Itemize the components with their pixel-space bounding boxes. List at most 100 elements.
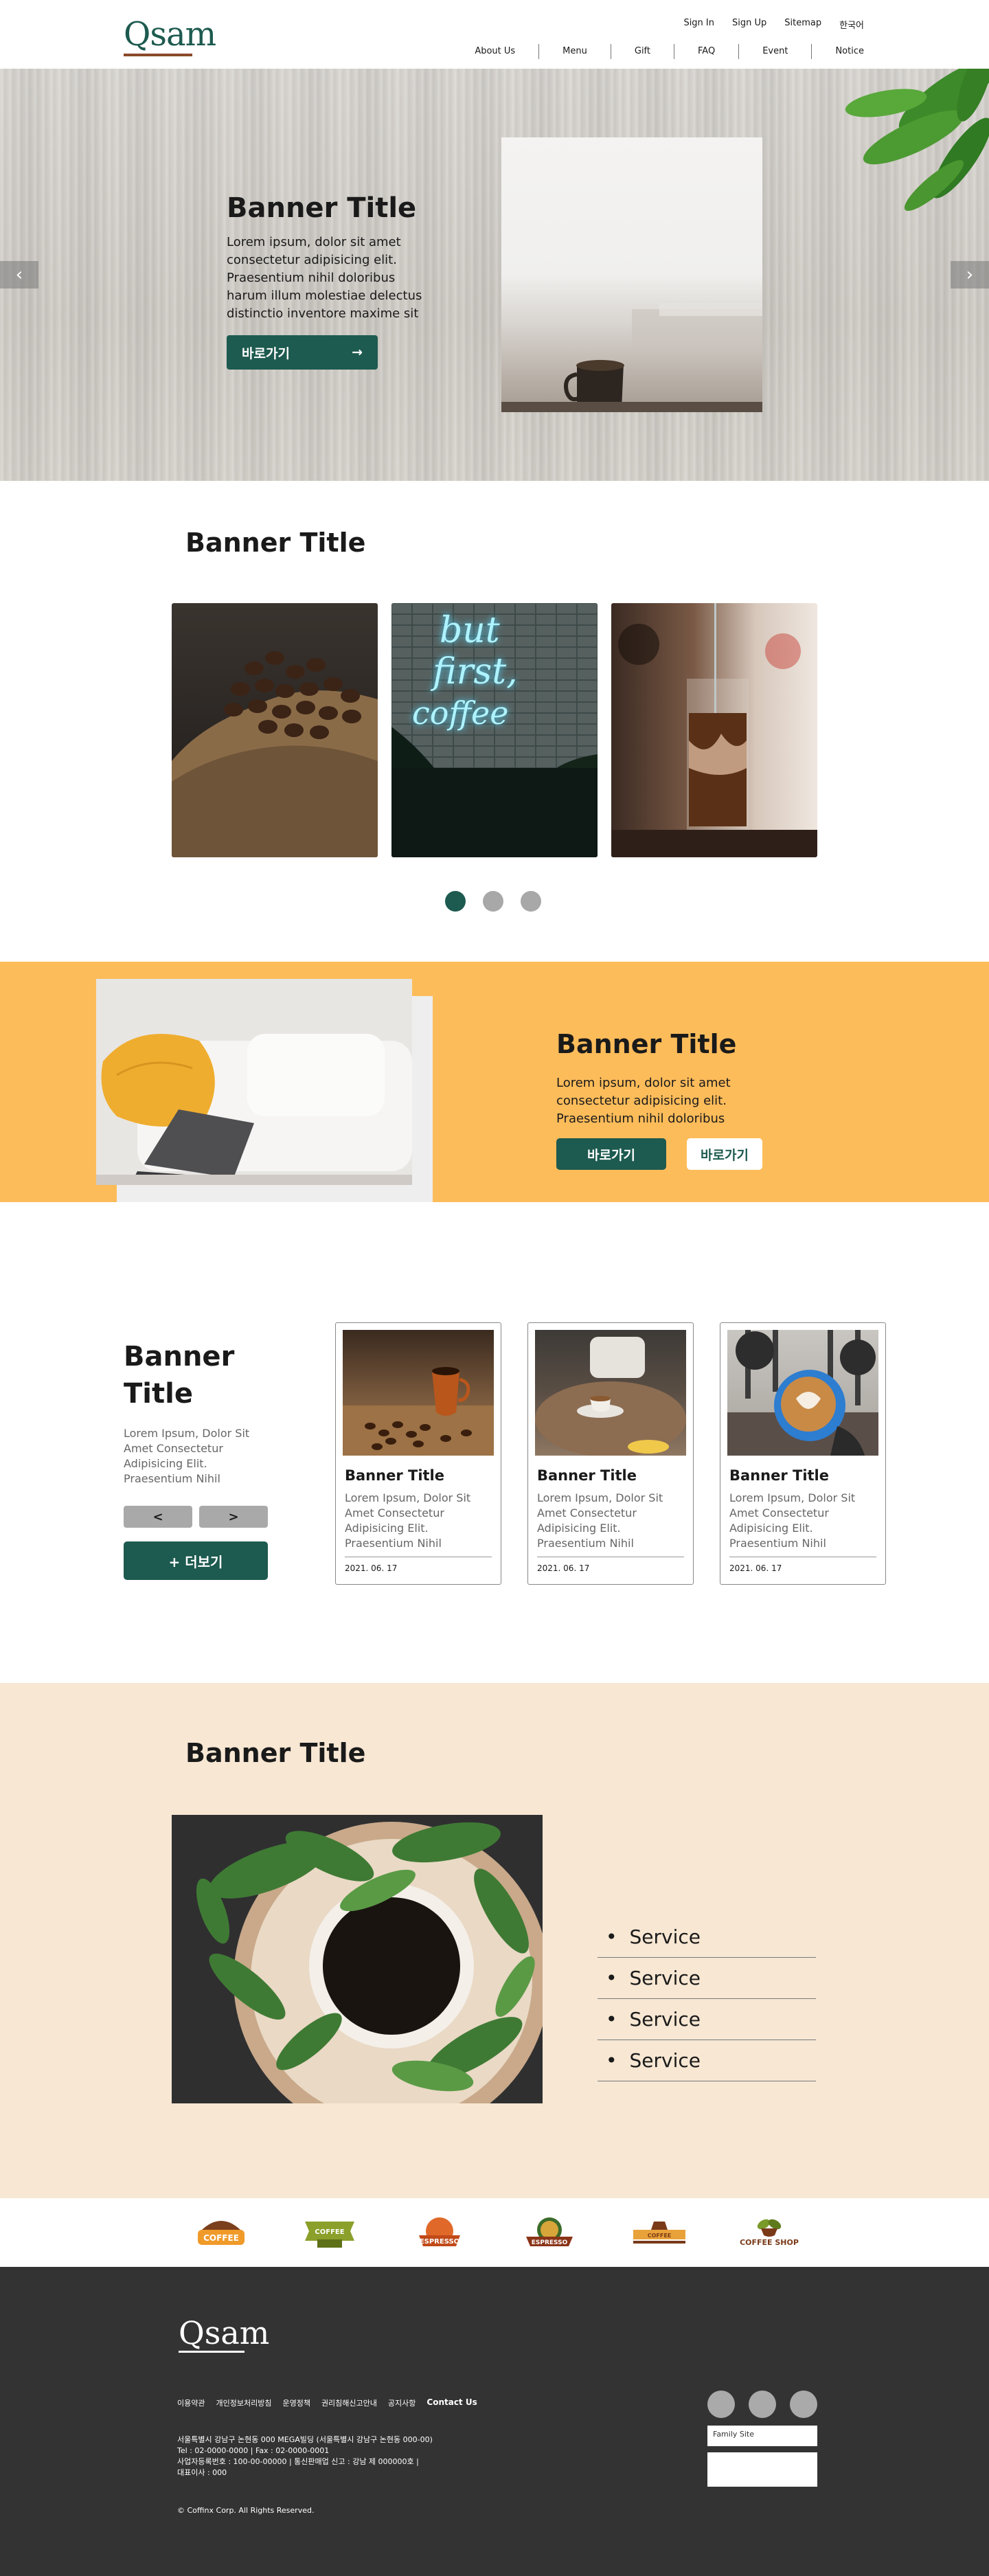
sign-in-link[interactable]: Sign In xyxy=(683,18,714,31)
promo-sofa-photo xyxy=(96,979,412,1185)
news-prev-button[interactable]: < xyxy=(124,1506,192,1528)
coffee-table-image xyxy=(535,1337,686,1456)
service-item-3[interactable]: • Service xyxy=(598,1999,816,2040)
service-label-2: Service xyxy=(629,1967,701,1989)
company-phone: Tel : 02-0000-0000 | Fax : 02-0000-0001 xyxy=(177,2446,330,2455)
footer-logo[interactable]: Qsam xyxy=(179,2315,269,2351)
hero-banner: Banner Title Lorem ipsum, dolor sit amet… xyxy=(0,69,989,481)
main-nav: About Us Menu Gift FAQ Event Notice xyxy=(451,44,864,59)
coffee-brand-logo-3[interactable]: COFFEE xyxy=(630,2215,688,2252)
services-coffee-photo xyxy=(172,1815,543,2103)
card-text-3: Lorem Ipsum, Dolor Sit Amet Consectetur … xyxy=(729,1491,856,1550)
gallery-dot-2[interactable] xyxy=(483,891,503,912)
coffee-brand-logo-1[interactable]: COFFEE xyxy=(194,2215,249,2252)
card-text-1: Lorem Ipsum, Dolor Sit Amet Consectetur … xyxy=(345,1491,471,1550)
company-address: 서울특별시 강남구 논현동 000 MEGA빌딩 (서울특별시 강남구 논현동 … xyxy=(177,2435,433,2444)
footer-link-policy[interactable]: 운영정책 xyxy=(282,2397,310,2408)
news-card-2[interactable]: Banner Title Lorem Ipsum, Dolor Sit Amet… xyxy=(527,1322,694,1585)
gallery-image-neon-sign[interactable]: but first, coffee xyxy=(391,603,598,857)
sitemap-link[interactable]: Sitemap xyxy=(784,18,821,31)
promo-go-button-secondary[interactable]: 바로가기 xyxy=(687,1138,762,1170)
nav-gift[interactable]: Gift xyxy=(610,44,674,59)
bullet-icon: • xyxy=(606,2049,617,2072)
footer-link-contact[interactable]: Contact Us xyxy=(427,2397,477,2408)
bullet-icon: • xyxy=(606,2008,617,2031)
social-icon-3[interactable] xyxy=(790,2391,817,2418)
social-icon-2[interactable] xyxy=(749,2391,776,2418)
nav-faq[interactable]: FAQ xyxy=(674,44,738,59)
neon-text: but first, coffee xyxy=(412,610,518,734)
news-next-button[interactable]: > xyxy=(199,1506,268,1528)
coffee-shop-brand-logo[interactable]: COFFEE SHOP xyxy=(736,2215,802,2252)
gallery-pagination xyxy=(445,891,541,912)
coffee-cup-image xyxy=(501,302,762,412)
espresso-brand-logo-1[interactable]: ESPRESSO xyxy=(412,2215,467,2252)
hero-coffee-photo xyxy=(501,137,762,412)
gallery-dot-1[interactable] xyxy=(445,891,466,912)
nav-notice[interactable]: Notice xyxy=(811,44,864,59)
nav-menu[interactable]: Menu xyxy=(538,44,611,59)
neon-word-2: first, xyxy=(433,651,518,692)
service-label-4: Service xyxy=(629,2049,701,2072)
card-image-3 xyxy=(727,1330,878,1456)
promo-go-button-primary[interactable]: 바로가기 xyxy=(556,1138,666,1170)
news-card-1[interactable]: Banner Title Lorem Ipsum, Dolor Sit Amet… xyxy=(335,1322,501,1585)
svg-text:COFFEE SHOP: COFFEE SHOP xyxy=(740,2238,799,2247)
footer-link-terms[interactable]: 이용약관 xyxy=(177,2397,205,2408)
hero-title: Banner Title xyxy=(227,192,417,224)
family-site-select[interactable]: Family Site xyxy=(707,2426,817,2446)
social-icon-1[interactable] xyxy=(707,2391,735,2418)
card-date-3: 2021. 06. 17 xyxy=(729,1563,782,1573)
coffee-cup-beans-image xyxy=(343,1367,494,1456)
gallery-title: Banner Title xyxy=(185,528,366,558)
company-info: 서울특별시 강남구 논현동 000 MEGA빌딩 (서울특별시 강남구 논현동 … xyxy=(177,2434,433,2478)
svg-text:ESPRESSO: ESPRESSO xyxy=(532,2239,568,2246)
hero-go-button[interactable]: 바로가기 → xyxy=(227,335,378,370)
gallery-image-iced-coffee[interactable] xyxy=(611,603,817,857)
sofa-laptop-image xyxy=(96,979,412,1185)
neon-word-3: coffee xyxy=(412,694,509,732)
site-header: Qsam Sign In Sign Up Sitemap 한국어 About U… xyxy=(0,0,989,69)
copyright: © Coffinx Corp. All Rights Reserved. xyxy=(177,2506,315,2515)
hero-next-button[interactable]: › xyxy=(951,261,989,289)
services-title: Banner Title xyxy=(185,1738,366,1768)
card-image-1 xyxy=(343,1330,494,1456)
bullet-icon: • xyxy=(606,1967,617,1989)
promo-description: Lorem ipsum, dolor sit amet consectetur … xyxy=(556,1076,731,1126)
latte-art-image xyxy=(727,1330,878,1456)
svg-text:COFFEE: COFFEE xyxy=(648,2233,672,2239)
logo-underline xyxy=(124,54,192,56)
chevron-right-icon: › xyxy=(966,264,974,285)
chevron-left-icon: ‹ xyxy=(15,264,23,285)
card-title-3: Banner Title xyxy=(729,1467,829,1484)
news-card-3[interactable]: Banner Title Lorem Ipsum, Dolor Sit Amet… xyxy=(720,1322,886,1585)
language-link[interactable]: 한국어 xyxy=(839,18,864,31)
card-image-2 xyxy=(535,1330,686,1456)
hero-prev-button[interactable]: ‹ xyxy=(0,261,38,289)
service-item-1[interactable]: • Service xyxy=(598,1917,816,1958)
card-date-1: 2021. 06. 17 xyxy=(345,1563,398,1573)
sign-up-link[interactable]: Sign Up xyxy=(732,18,766,31)
site-logo[interactable]: Qsam xyxy=(124,15,216,54)
footer-link-infringement[interactable]: 권리침해신고안내 xyxy=(321,2397,377,2408)
hero-go-button-label: 바로가기 xyxy=(242,346,290,361)
coffee-brand-logo-2[interactable]: COFFEE xyxy=(302,2215,357,2252)
service-item-4[interactable]: • Service xyxy=(598,2040,816,2081)
gallery-image-coffee-beans[interactable] xyxy=(172,603,378,857)
nav-about-us[interactable]: About Us xyxy=(451,44,538,59)
footer-link-privacy[interactable]: 개인정보처리방침 xyxy=(216,2397,271,2408)
news-title: Banner Title xyxy=(124,1341,235,1410)
neon-word-1: but xyxy=(440,610,500,651)
partner-logo-strip: COFFEE COFFEE ESPRESSO ESPRESSO COFFEE C… xyxy=(0,2198,989,2267)
site-footer: Qsam 이용약관 개인정보처리방침 운영정책 권리침해신고안내 공지사항 Co… xyxy=(0,2267,989,2576)
news-description: Lorem Ipsum, Dolor Sit Amet Consectetur … xyxy=(124,1427,250,1485)
arrow-right-icon: → xyxy=(352,345,363,360)
gallery-dot-3[interactable] xyxy=(521,891,541,912)
news-more-button[interactable]: + 더보기 xyxy=(124,1541,268,1580)
card-title-2: Banner Title xyxy=(537,1467,637,1484)
service-item-2[interactable]: • Service xyxy=(598,1958,816,1999)
espresso-brand-logo-2[interactable]: ESPRESSO xyxy=(522,2215,577,2252)
iced-coffee-image xyxy=(611,603,817,857)
nav-event[interactable]: Event xyxy=(738,44,811,59)
footer-link-notice[interactable]: 공지사항 xyxy=(388,2397,416,2408)
